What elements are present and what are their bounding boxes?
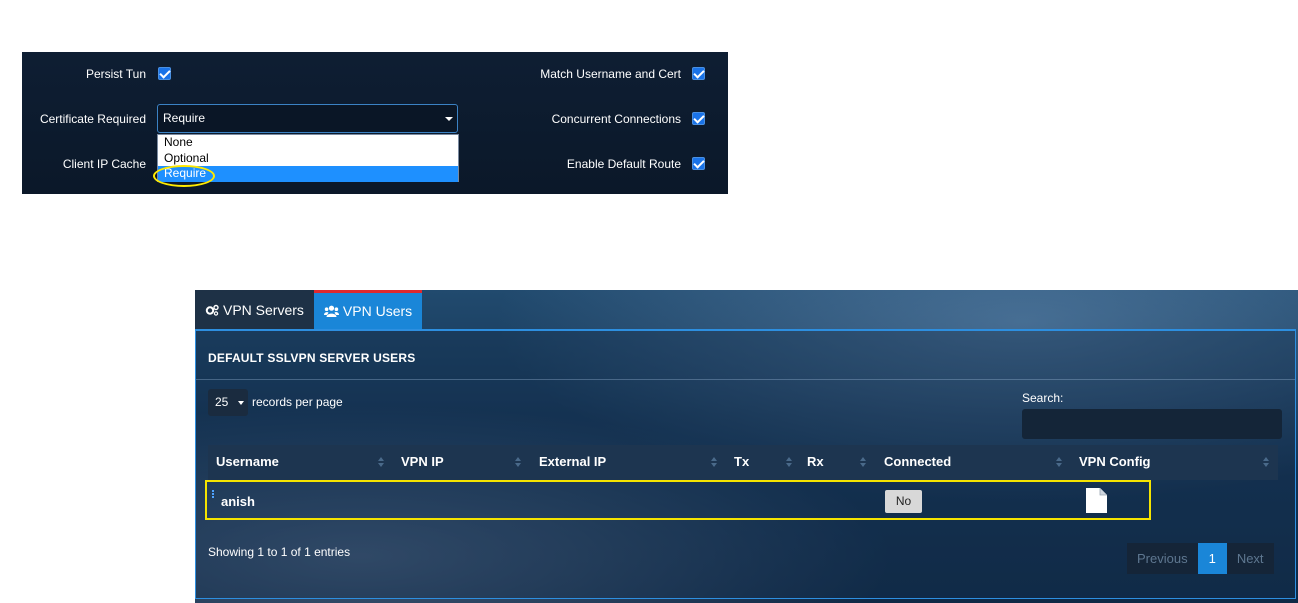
match-username-cert-checkbox[interactable] [692,67,705,80]
column-vpn-config[interactable]: VPN Config [1071,445,1151,480]
enable-default-route-checkbox[interactable] [692,157,705,170]
certificate-required-select[interactable]: Require [157,104,458,133]
persist-tun-label: Persist Tun [85,67,146,81]
tab-vpn-users-label: VPN Users [342,303,413,319]
column-tx[interactable]: Tx [726,445,749,480]
option-optional[interactable]: Optional [158,151,458,167]
search-label: Search: [1022,391,1064,405]
require-annotation-circle [153,165,215,187]
chevron-down-icon [238,401,244,405]
option-none[interactable]: None [158,135,458,151]
vpn-users-panel: VPN Servers VPN Users DEFAULT SSLVPN SER… [195,290,1298,603]
search-input[interactable] [1022,409,1282,439]
row-highlight-annotation [205,480,1151,520]
gears-icon [205,304,219,316]
next-page-button[interactable]: Next [1226,543,1274,574]
certificate-required-label: Certificate Required [39,112,146,126]
client-ip-cache-label: Client IP Cache [62,157,146,171]
page-1-button[interactable]: 1 [1197,543,1227,574]
enable-default-route-label: Enable Default Route [566,157,681,171]
records-per-page-select[interactable]: 25 [208,389,248,416]
tab-vpn-servers[interactable]: VPN Servers [195,290,314,329]
records-per-page-label: records per page [252,395,343,409]
vpn-tabs: VPN Servers VPN Users [195,290,423,329]
column-rx[interactable]: Rx [799,445,824,480]
concurrent-connections-checkbox[interactable] [692,112,705,125]
section-title: DEFAULT SSLVPN SERVER USERS [208,351,416,365]
previous-page-button[interactable]: Previous [1127,543,1198,574]
table-header: Username VPN IP External IP Tx Rx Connec… [208,445,1278,480]
tab-vpn-servers-label: VPN Servers [223,301,304,318]
tab-vpn-users[interactable]: VPN Users [313,290,423,329]
records-per-page-value: 25 [215,395,229,409]
column-vpn-ip[interactable]: VPN IP [393,445,444,480]
column-connected[interactable]: Connected [876,445,951,480]
vpn-users-content: DEFAULT SSLVPN SERVER USERS 25 records p… [195,329,1296,599]
pagination: Previous 1 Next [1127,543,1274,574]
concurrent-connections-label: Concurrent Connections [551,112,681,126]
column-external-ip[interactable]: External IP [531,445,606,480]
chevron-down-icon [445,117,453,121]
column-username[interactable]: Username [208,445,279,480]
certificate-required-value: Require [163,111,206,125]
users-icon [323,305,339,317]
server-settings-panel: Persist Tun Match Username and Cert Cert… [22,52,728,194]
divider [196,379,1295,380]
table-info: Showing 1 to 1 of 1 entries [208,545,351,559]
match-username-cert-label: Match Username and Cert [540,67,681,81]
persist-tun-checkbox[interactable] [158,67,171,80]
